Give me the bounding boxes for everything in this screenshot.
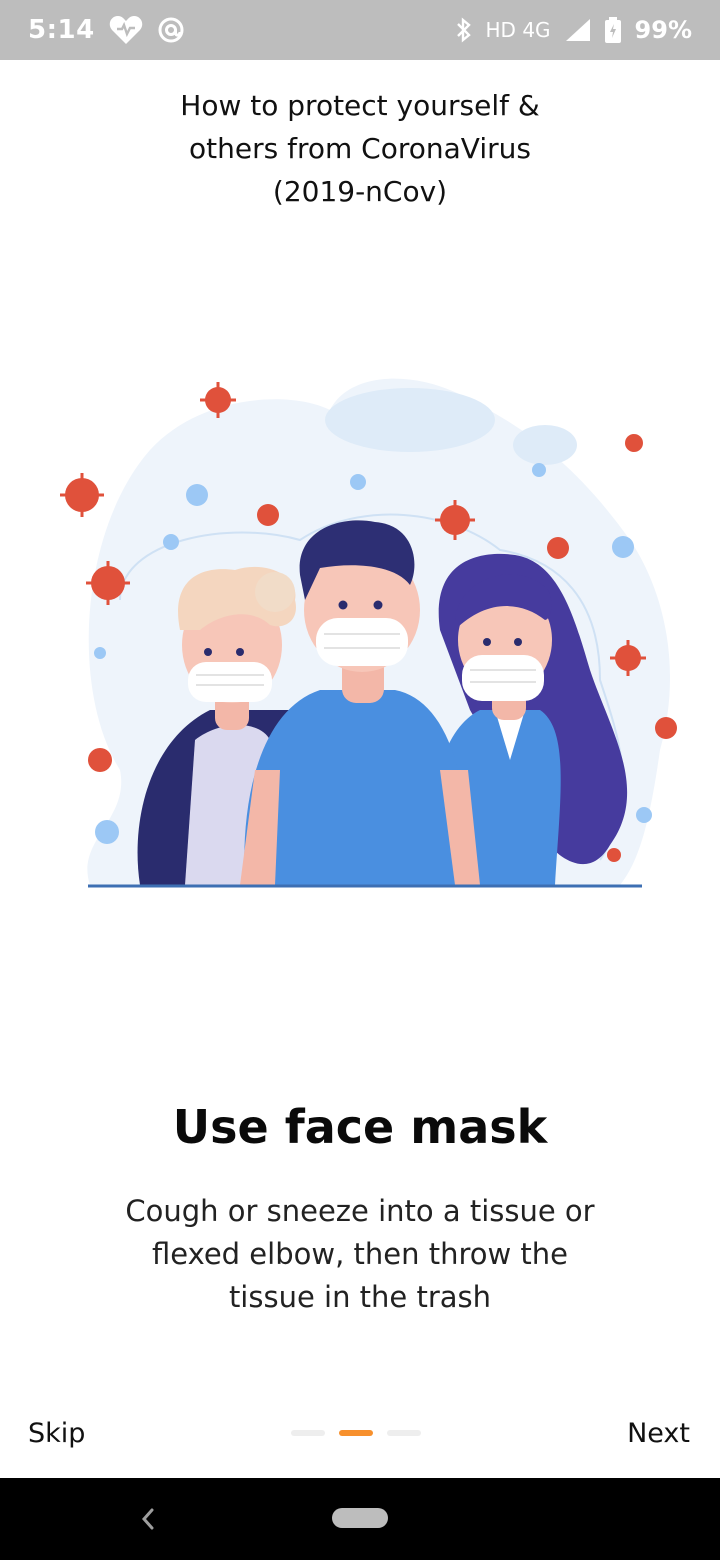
slide-heading: Use face mask	[172, 1100, 548, 1154]
cloud-shape	[513, 425, 577, 465]
status-bar: 5:14 HD 4G 99%	[0, 0, 720, 60]
eye	[373, 600, 383, 610]
eye	[483, 638, 491, 646]
face-mask	[462, 655, 544, 701]
face-mask-illustration	[60, 378, 677, 888]
network-type: HD 4G	[485, 18, 551, 42]
battery-icon	[604, 17, 621, 43]
virus-blue	[350, 474, 366, 490]
at-icon	[157, 16, 185, 44]
virus-red	[88, 748, 112, 772]
page-dot-2-active[interactable]	[339, 1430, 374, 1436]
slide-description: Cough or sneeze into a tissue or flexed …	[125, 1194, 595, 1314]
bluetooth-icon	[456, 17, 472, 43]
virus-blue	[612, 536, 634, 558]
face-mask	[188, 662, 272, 702]
virus-red	[607, 848, 621, 862]
cloud-shape	[325, 388, 495, 452]
page-dot-1[interactable]	[291, 1430, 326, 1436]
back-icon[interactable]	[134, 1502, 162, 1536]
virus-blue	[636, 807, 652, 823]
page-indicator	[291, 1430, 422, 1436]
eye	[236, 648, 244, 656]
next-button[interactable]: Next	[627, 1418, 690, 1449]
signal-icon	[565, 18, 591, 42]
virus-blue	[95, 820, 119, 844]
skip-button[interactable]: Skip	[28, 1418, 85, 1449]
page-title: How to protect yourself & others from Co…	[180, 89, 540, 208]
page-dot-3[interactable]	[387, 1430, 422, 1436]
onboarding-footer: Skip Next	[0, 1400, 720, 1466]
status-time: 5:14	[28, 15, 95, 45]
virus-red	[625, 434, 643, 452]
eye	[514, 638, 522, 646]
system-navigation-bar	[0, 1478, 720, 1560]
virus-blue	[94, 647, 106, 659]
virus-blue	[163, 534, 179, 550]
virus-red	[547, 537, 569, 559]
face-mask	[316, 618, 408, 666]
eye	[204, 648, 212, 656]
home-button[interactable]	[332, 1508, 388, 1528]
status-right: HD 4G 99%	[456, 16, 692, 44]
eye	[338, 600, 348, 610]
heart-icon	[109, 15, 143, 45]
virus-red	[655, 717, 677, 739]
virus-blue	[186, 484, 208, 506]
status-left: 5:14	[28, 15, 185, 45]
virus-blue	[532, 463, 546, 477]
virus-red	[257, 504, 279, 526]
battery-level: 99%	[634, 16, 692, 44]
hair-bun	[255, 572, 295, 612]
